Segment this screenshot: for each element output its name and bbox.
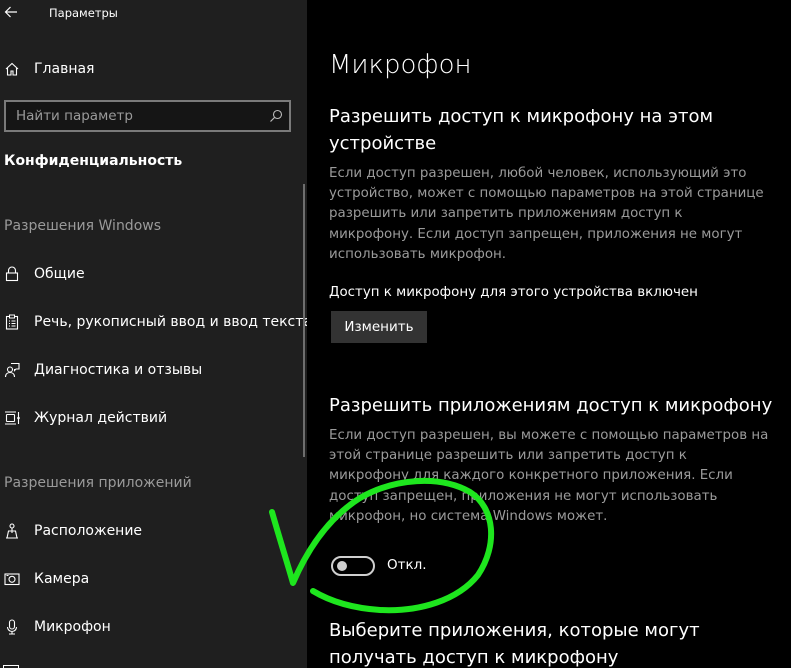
sidebar-item-camera[interactable]: Камера	[0, 559, 300, 599]
clipboard-icon	[4, 314, 20, 330]
sidebar-item-home[interactable]: Главная	[0, 49, 300, 89]
section-title: Конфиденциальность	[4, 153, 183, 169]
sidebar-item-label: Микрофон	[34, 619, 111, 635]
group-header-windows: Разрешения Windows	[4, 218, 162, 234]
change-button[interactable]: Изменить	[331, 311, 427, 343]
sidebar-item-general[interactable]: Общие	[0, 254, 300, 294]
search-input[interactable]	[6, 102, 289, 130]
sidebar-item-label: Речь, рукописный ввод и ввод текста	[34, 314, 312, 330]
sidebar-item-label: Журнал действий	[34, 410, 168, 426]
microphone-icon	[4, 619, 20, 635]
sidebar-item-label: Главная	[34, 61, 95, 77]
apps-access-heading: Разрешить приложениям доступ к микрофону	[329, 395, 773, 416]
sidebar: Параметры Главная Конфиденциальность Раз…	[0, 0, 312, 668]
apps-access-toggle[interactable]	[331, 556, 375, 576]
choose-apps-heading: Выберите приложения, которые могут получ…	[329, 620, 700, 668]
feedback-icon	[4, 362, 20, 378]
group-header-apps: Разрешения приложений	[4, 475, 192, 491]
sidebar-item-label: Диагностика и отзывы	[34, 362, 203, 378]
sidebar-item-location[interactable]: Расположение	[0, 511, 300, 551]
toggle-knob	[337, 561, 347, 571]
app-title: Параметры	[49, 6, 118, 20]
sidebar-item-label: Камера	[34, 571, 90, 587]
arrow-left-icon	[4, 6, 17, 18]
sidebar-item-label: Расположение	[34, 523, 143, 539]
device-access-heading: Разрешить доступ к микрофону на этом уст…	[329, 106, 714, 154]
title-bar: Параметры	[0, 0, 307, 28]
search-icon[interactable]	[269, 109, 283, 123]
camera-icon	[4, 571, 20, 587]
lock-icon	[4, 266, 20, 282]
sidebar-item-label: Общие	[34, 266, 85, 282]
page-title: Микрофон	[329, 50, 472, 80]
sidebar-item-activity-history[interactable]: Журнал действий	[0, 398, 300, 438]
device-access-status: Доступ к микрофону для этого устройства …	[329, 285, 698, 300]
sidebar-item-microphone[interactable]: Микрофон	[0, 607, 300, 647]
apps-access-description: Если доступ разрешен, вы можете с помощь…	[329, 428, 769, 524]
sidebar-item-speech[interactable]: Речь, рукописный ввод и ввод текста	[0, 302, 312, 342]
toggle-state-label: Откл.	[387, 557, 427, 573]
timeline-icon	[4, 410, 20, 426]
location-icon	[4, 523, 20, 539]
search-box[interactable]	[4, 100, 291, 132]
device-access-description: Если доступ разрешен, любой человек, исп…	[329, 166, 764, 262]
home-icon	[4, 61, 20, 77]
sidebar-item-diagnostics[interactable]: Диагностика и отзывы	[0, 350, 300, 390]
main-content: Микрофон Разрешить доступ к микрофону на…	[307, 0, 791, 668]
sidebar-scrollbar[interactable]	[303, 184, 305, 457]
back-button[interactable]	[4, 2, 24, 24]
